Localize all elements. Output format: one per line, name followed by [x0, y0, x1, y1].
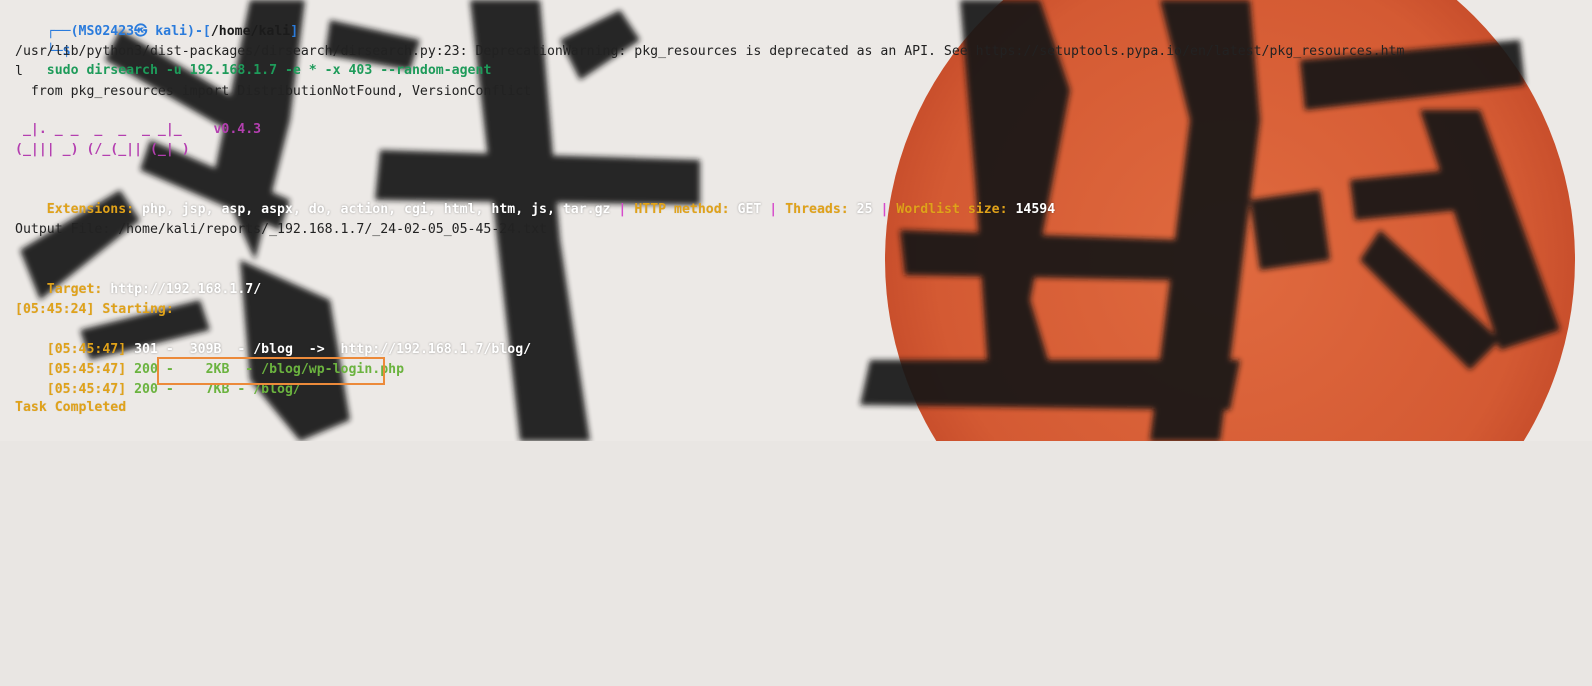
- extensions-label: Extensions:: [46, 201, 135, 217]
- command-line: └─$ sudo dirsearch -u 192.168.1.7 -e * -…: [15, 22, 492, 79]
- target-url: http://192.168.1.7/: [102, 281, 262, 297]
- prompt-line: ┌──(MS02423㉿ kali)-[/home/kali]: [15, 2, 298, 39]
- scan-starting-line: [05:45:24] Starting:: [15, 302, 174, 317]
- task-completed-line: Task Completed: [15, 400, 127, 415]
- extensions-value: php, jsp, asp, aspx, do, action, cgi, ht…: [134, 201, 619, 217]
- output-file-line: Output File: /home/kali/reports/_192.168…: [15, 222, 547, 237]
- config-line: Extensions: php, jsp, asp, aspx, do, act…: [15, 180, 1055, 217]
- result-time: [05:45:47]: [46, 381, 127, 397]
- threads-label: Threads:: [777, 201, 849, 217]
- deprecation-warning-line-3: from pkg_resources import DistributionNo…: [15, 84, 532, 99]
- wordlist-size-label: Wordlist size:: [888, 201, 1008, 217]
- deprecation-warning-line-1: /usr/lib/python3/dist-packages/dirsearch…: [15, 44, 1405, 59]
- dirsearch-banner-line-2: (_||| _) (/_(_|| (_| ): [15, 142, 190, 157]
- threads-value: 25: [848, 201, 881, 217]
- wordlist-size-value: 14594: [1007, 201, 1056, 217]
- highlight-box: [157, 357, 385, 385]
- http-method-value: GET: [729, 201, 770, 217]
- target-label: Target:: [46, 281, 103, 297]
- http-method-label: HTTP method:: [626, 201, 730, 217]
- target-line: Target: http://192.168.1.7/: [15, 260, 261, 297]
- dirsearch-banner-line-1: _|. _ _ _ _ _ _|_ v0.4.3: [15, 122, 262, 137]
- command-text: sudo dirsearch -u 192.168.1.7 -e * -x 40…: [46, 63, 492, 79]
- result-row: [05:45:47] 301 - 309B - /blog -> http://…: [15, 320, 531, 357]
- deprecation-warning-line-2: l: [15, 64, 23, 79]
